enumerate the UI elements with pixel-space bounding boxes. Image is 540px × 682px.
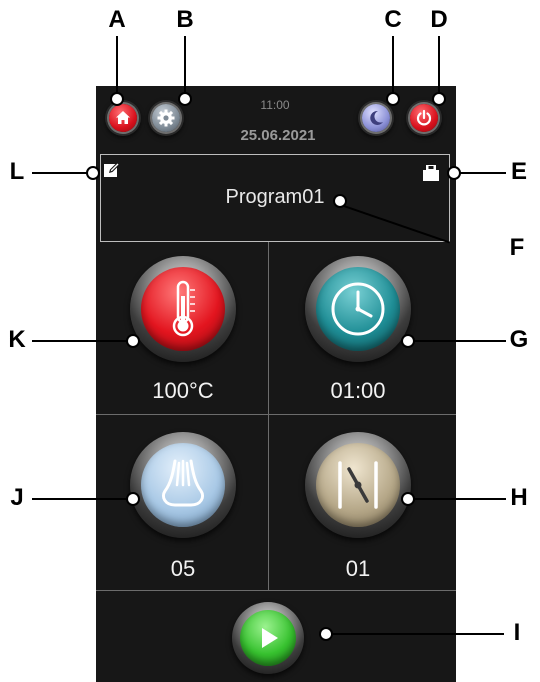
callout-label-j: J [10, 484, 24, 511]
save-program-button[interactable] [422, 164, 440, 182]
edit-icon [104, 162, 120, 177]
callout-line-i [332, 633, 504, 635]
divider [268, 242, 269, 590]
callout-line-h [414, 498, 506, 500]
callout-marker-a [110, 92, 124, 106]
moon-icon [370, 110, 383, 125]
clock-icon [331, 282, 385, 336]
callout-marker-d [432, 92, 446, 106]
steam-icon [161, 459, 205, 507]
save-icon [423, 165, 439, 181]
temperature-button[interactable] [130, 256, 236, 362]
callout-marker-h [401, 492, 415, 506]
timer-button[interactable] [305, 256, 411, 362]
divider [96, 590, 456, 591]
callout-marker-i [319, 627, 333, 641]
callout-label-i: I [513, 619, 521, 646]
steam-value: 05 [170, 556, 196, 581]
callout-marker-b [178, 92, 192, 106]
home-icon [116, 111, 130, 124]
play-icon [262, 628, 278, 648]
start-button[interactable] [232, 602, 304, 674]
current-date: 25.06.2021 [240, 127, 316, 144]
callout-marker-k [126, 334, 140, 348]
program-name: Program01 [225, 186, 325, 208]
temperature-value: 100°C [152, 378, 214, 403]
callout-marker-l [86, 166, 100, 180]
program-panel[interactable]: Program01 [100, 154, 450, 242]
callout-label-f: F [509, 234, 525, 261]
callout-label-c: C [384, 6, 402, 33]
settings-button[interactable] [152, 104, 180, 132]
timer-value: 01:00 [330, 378, 386, 403]
callout-label-h: H [510, 484, 528, 511]
callout-line-l [32, 172, 88, 174]
callout-label-d: D [430, 6, 448, 33]
thermometer-icon [172, 280, 195, 337]
callout-line-k [32, 340, 128, 342]
callout-label-b: B [176, 6, 194, 33]
night-mode-button[interactable] [362, 104, 390, 132]
callout-marker-j [126, 492, 140, 506]
callout-label-k: K [8, 326, 26, 353]
power-icon [416, 109, 432, 126]
damper-value: 01 [345, 556, 371, 581]
damper-icon [338, 461, 378, 509]
clock-time: 11:00 [260, 98, 290, 112]
steam-button[interactable] [130, 432, 236, 538]
power-button[interactable] [410, 104, 438, 132]
callout-marker-c [386, 92, 400, 106]
callout-marker-e [447, 166, 461, 180]
divider [96, 414, 456, 415]
callout-line-j [32, 498, 128, 500]
callout-label-l: L [9, 158, 25, 185]
callout-label-e: E [510, 158, 527, 185]
callout-marker-g [401, 334, 415, 348]
edit-program-button[interactable] [102, 160, 122, 180]
home-button[interactable] [109, 104, 137, 132]
damper-button[interactable] [305, 432, 411, 538]
gear-icon [157, 109, 175, 127]
callout-line-e [460, 172, 506, 174]
callout-label-a: A [108, 6, 126, 33]
callout-label-g: G [509, 326, 529, 353]
callout-line-g [414, 340, 506, 342]
